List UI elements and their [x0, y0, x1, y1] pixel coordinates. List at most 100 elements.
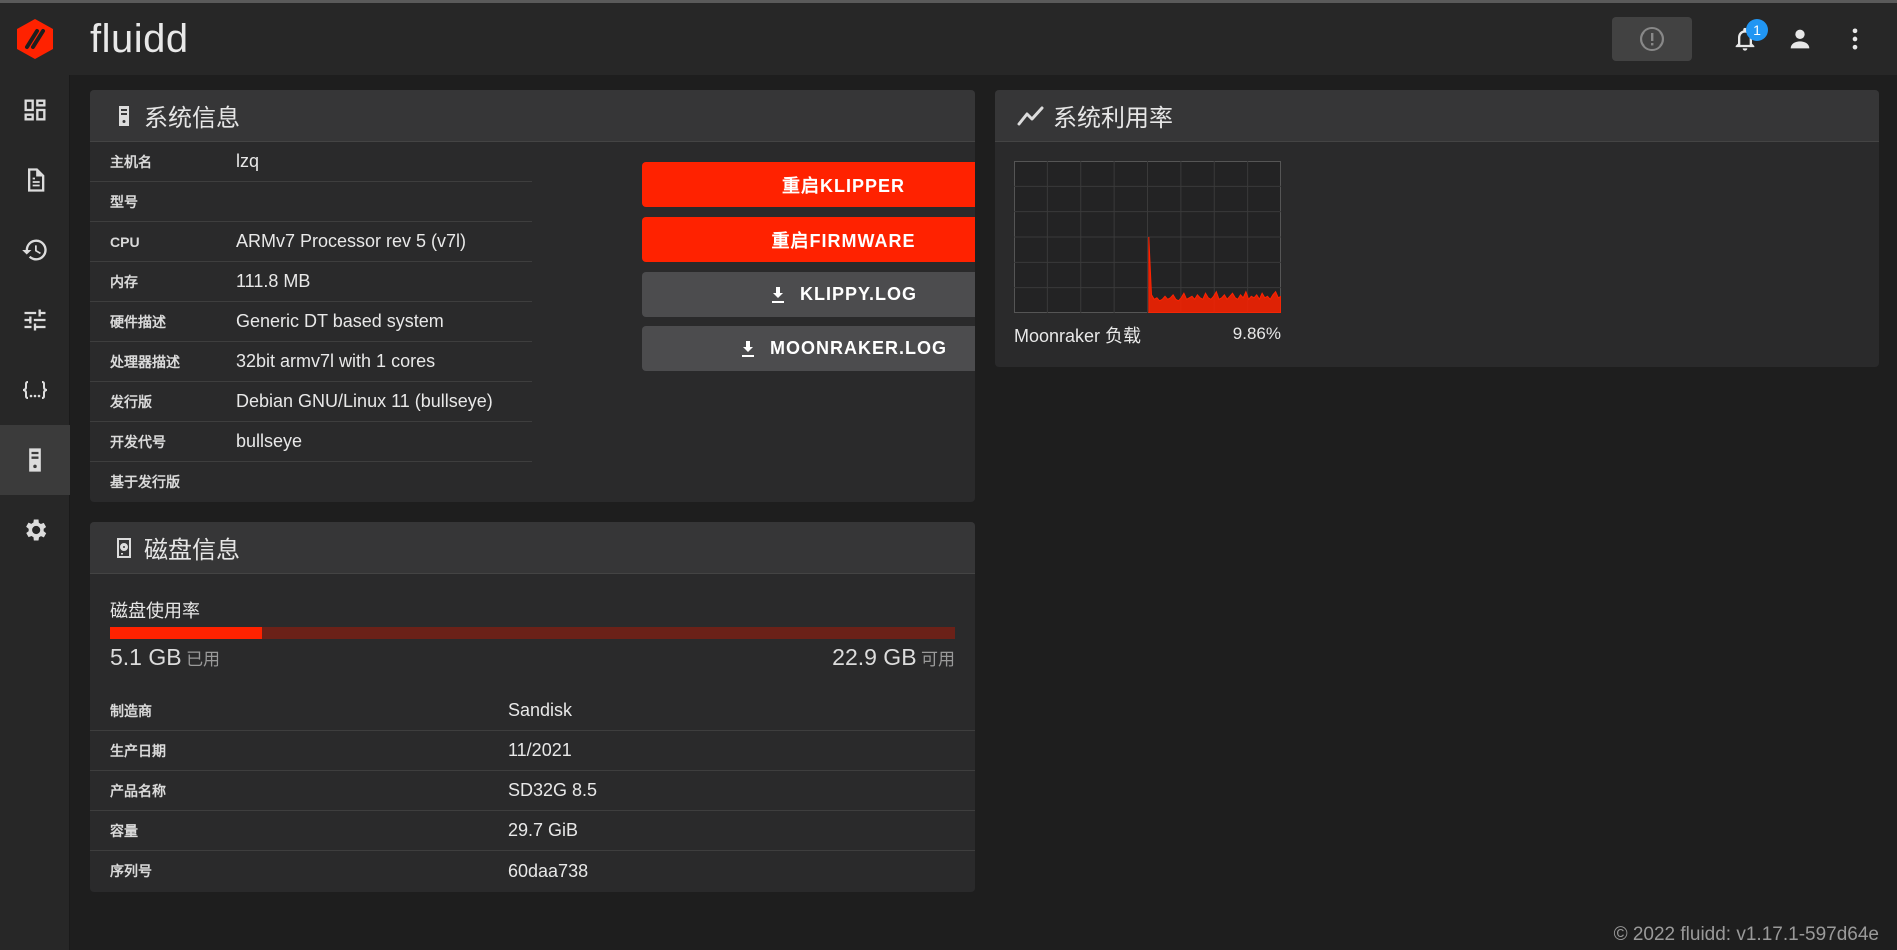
system-utilization-header: 系统利用率	[995, 90, 1879, 142]
disk-row-manufacture-date: 生产日期 11/2021	[90, 731, 975, 771]
more-menu-button[interactable]	[1831, 15, 1879, 63]
moonraker-log-label: MOONRAKER.LOG	[770, 338, 947, 358]
server-icon	[119, 105, 129, 126]
code-braces-icon	[23, 381, 47, 399]
info-label: 发行版	[110, 393, 152, 410]
nav-system[interactable]	[0, 425, 70, 495]
info-row-memory: 内存 111.8 MB	[90, 262, 532, 302]
info-label: 基于发行版	[110, 474, 180, 490]
fluidd-logo[interactable]	[0, 3, 70, 75]
server-icon	[29, 448, 41, 472]
info-label: 型号	[110, 193, 138, 210]
nav-dashboard[interactable]	[0, 75, 70, 145]
disk-row-capacity: 容量 29.7 GiB	[90, 811, 975, 851]
disk-label: 序列号	[110, 863, 152, 879]
system-utilization-card: 系统利用率 Moonraker 负载 9.86%	[995, 90, 1879, 367]
restart-firmware-label: 重启FIRMWARE	[771, 230, 916, 251]
disk-free: 22.9 GB 可用	[832, 644, 955, 671]
restart-firmware-button[interactable]: 重启FIRMWARE	[642, 217, 975, 262]
disk-value: Sandisk	[508, 700, 573, 720]
system-info-title: 系统信息	[144, 105, 240, 132]
disk-usage-fill	[110, 627, 263, 639]
klippy-log-download-button[interactable]: KLIPPY.LOG	[642, 272, 975, 317]
dots-vertical-icon	[1852, 28, 1858, 50]
system-info-header: 系统信息	[90, 90, 975, 142]
dashboard-icon	[24, 99, 46, 121]
info-label: 主机名	[110, 153, 152, 170]
info-row-codename: 开发代号 bullseye	[90, 422, 532, 462]
disk-used-value: 5.1 GB	[110, 644, 182, 670]
info-label: 处理器描述	[110, 353, 180, 370]
moonraker-load-label: Moonraker 负载	[1014, 326, 1142, 346]
tune-icon	[24, 309, 46, 331]
info-label: CPU	[110, 233, 140, 250]
disk-label: 容量	[110, 822, 138, 839]
disk-info-title: 磁盘信息	[144, 537, 240, 564]
disk-label: 制造商	[110, 702, 152, 719]
app-bar: fluidd 1	[0, 3, 1897, 75]
moonraker-log-download-button[interactable]: MOONRAKER.LOG	[642, 326, 975, 371]
info-value: bullseye	[236, 431, 303, 451]
nav-tune[interactable]	[0, 285, 70, 355]
info-row-hostname: 主机名 lzq	[90, 142, 532, 182]
system-info-table: 主机名 lzq 型号 CPU ARMv7 Processor rev 5 (v7l)…	[90, 142, 532, 502]
history-icon	[22, 239, 47, 261]
disk-value: 60daa738	[508, 860, 589, 881]
account-icon	[1790, 29, 1810, 49]
download-icon	[771, 286, 784, 303]
gear-icon	[26, 519, 47, 541]
moonraker-load-value: 9.86%	[1232, 324, 1281, 343]
info-value: ARMv7 Processor rev 5 (v7l)	[236, 231, 467, 251]
info-row-distribution: 发行版 Debian GNU/Linux 11 (bullseye)	[90, 382, 532, 422]
restart-klipper-button[interactable]: 重启KLIPPER	[642, 162, 975, 207]
klippy-log-label: KLIPPY.LOG	[799, 284, 917, 304]
download-icon	[742, 340, 754, 357]
emergency-stop-icon	[1640, 27, 1664, 51]
nav-macros[interactable]	[0, 355, 70, 425]
user-button[interactable]	[1776, 15, 1824, 63]
notifications-button[interactable]: 1	[1721, 15, 1769, 63]
info-row-model: 型号	[90, 182, 532, 222]
disk-value: 29.7 GiB	[508, 820, 579, 840]
disk-used: 5.1 GB 已用	[110, 644, 220, 671]
harddisk-icon	[117, 537, 131, 558]
app-title: fluidd	[90, 16, 189, 61]
footer-version: © 2022 fluidd: v1.17.1-597d64e	[1613, 924, 1879, 945]
nav-history[interactable]	[0, 215, 70, 285]
info-value: 111.8 MB	[236, 271, 311, 291]
system-info-card: 系统信息 主机名 lzq 型号 CPU ARMv7 Processor rev 5 …	[90, 90, 975, 502]
info-label: 硬件描述	[110, 313, 166, 330]
system-utilization-title: 系统利用率	[1053, 105, 1173, 132]
sidebar-nav	[0, 75, 70, 950]
disk-row-product-name: 产品名称 SD32G 8.5	[90, 771, 975, 811]
info-value: lzq	[236, 151, 260, 171]
disk-info-header: 磁盘信息	[90, 522, 975, 574]
file-document-icon	[28, 168, 45, 192]
disk-free-label: 可用	[921, 650, 955, 669]
info-value: 32bit armv7l with 1 cores	[236, 351, 436, 371]
restart-klipper-label: 重启KLIPPER	[781, 175, 905, 196]
info-row-cpu: CPU ARMv7 Processor rev 5 (v7l)	[90, 222, 532, 262]
disk-row-serial-number: 序列号 60daa738	[90, 851, 975, 891]
info-label: 开发代号	[110, 433, 166, 450]
info-label: 内存	[110, 273, 138, 290]
chart-line-icon	[1017, 106, 1044, 125]
nav-jobs[interactable]	[0, 145, 70, 215]
disk-value: SD32G 8.5	[508, 780, 598, 800]
disk-usage-bar	[110, 627, 955, 639]
notification-badge: 1	[1746, 19, 1768, 41]
disk-used-label: 已用	[186, 650, 221, 669]
disk-usage-label: 磁盘使用率	[110, 601, 200, 621]
info-row-processor: 处理器描述 32bit armv7l with 1 cores	[90, 342, 532, 382]
nav-settings[interactable]	[0, 495, 70, 565]
disk-value: 11/2021	[508, 740, 572, 760]
disk-row-manufacturer: 制造商 Sandisk	[90, 691, 975, 731]
info-value: Generic DT based system	[236, 311, 444, 331]
moonraker-load-chart	[1014, 161, 1281, 313]
disk-free-value: 22.9 GB	[832, 644, 917, 670]
disk-info-card: 磁盘信息 磁盘使用率 5.1 GB 已用 22.9 GB 可用 制造商 Sandi…	[90, 522, 975, 892]
disk-label: 生产日期	[110, 742, 166, 759]
info-row-hardware: 硬件描述 Generic DT based system	[90, 302, 532, 342]
disk-label: 产品名称	[110, 782, 166, 799]
emergency-stop-button[interactable]	[1612, 17, 1692, 61]
